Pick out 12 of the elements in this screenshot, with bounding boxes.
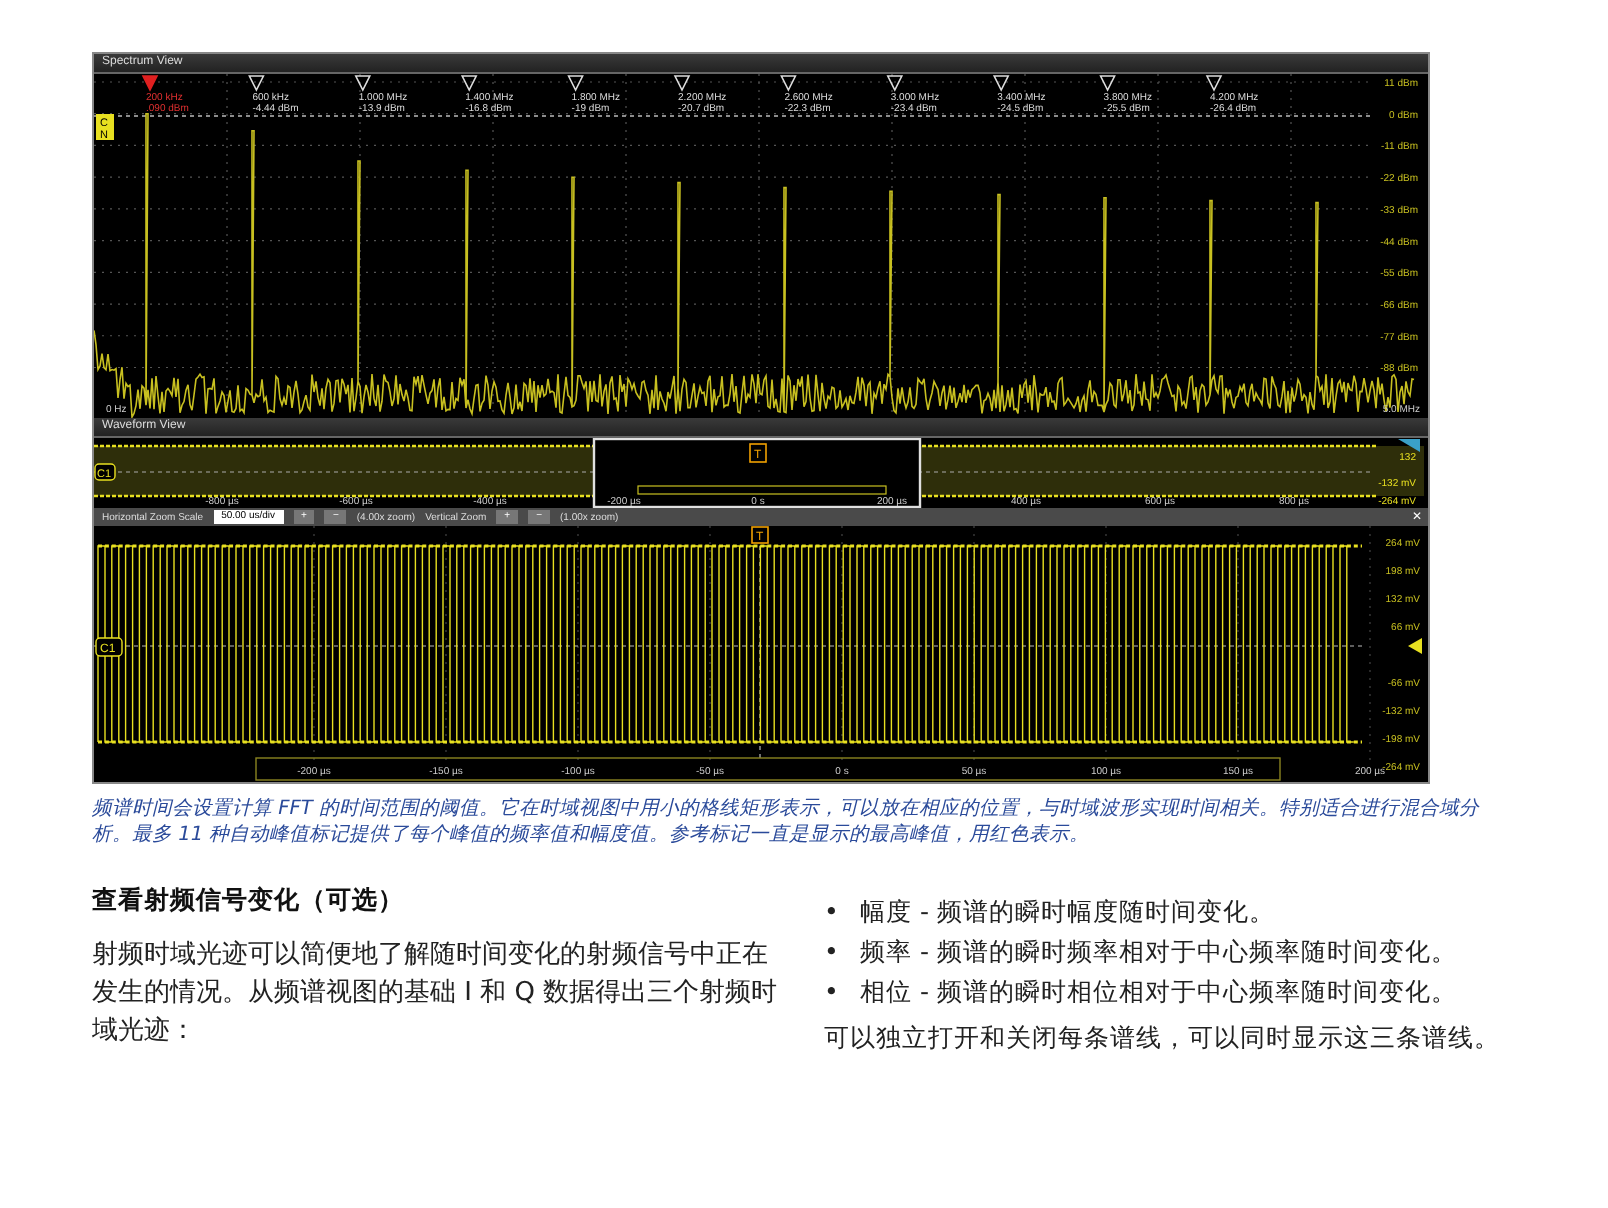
figure-caption: 频谱时间会设置计算 FFT 的时间范围的阈值。它在时域视图中用小的格线矩形表示，可以放在相应的位置，与时域波形实现时间相关。特别适合进行混合域分析。最多 11 种自动峰值标记提供了每个峰值的频率值和幅度值。参考标记一直是显示的最高峰值，用红色表示。 <box>92 796 1482 848</box>
offset-arrow-icon[interactable] <box>1408 638 1422 654</box>
bullet-mark: • <box>824 934 840 970</box>
body-paragraph: 射频时域光迹可以简便地了解随时间变化的射频信号中正在发生的情况。从频谱视图的基础 I 和 Q 数据得出三个射频时域光迹： <box>92 938 780 1050</box>
section-heading: 查看射频信号变化（可选） <box>92 884 406 918</box>
bullet-mark: • <box>824 974 840 1010</box>
bullet-mark: • <box>824 894 840 930</box>
bullet-text: 幅度 - 频谱的瞬时幅度随时间变化。 <box>860 894 1275 930</box>
body-paragraph: 可以独立打开和关闭每条谱线，可以同时显示这三条谱线。 <box>824 1022 1502 1056</box>
bullet-text: 频率 - 频谱的瞬时频率相对于中心频率随时间变化。 <box>860 934 1457 970</box>
bullet-text: 相位 - 频谱的瞬时相位相对于中心频率随时间变化。 <box>860 974 1457 1010</box>
zoom-window[interactable] <box>592 438 922 508</box>
